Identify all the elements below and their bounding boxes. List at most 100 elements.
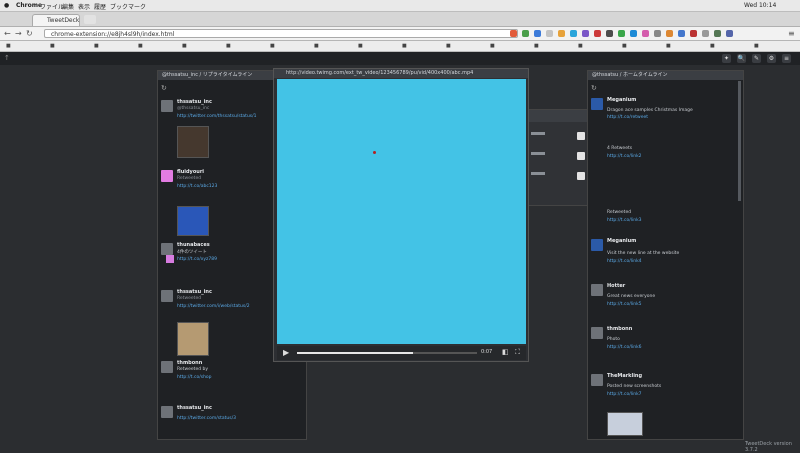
media-thumbnail[interactable] — [607, 412, 643, 436]
avatar[interactable] — [591, 239, 603, 251]
extension-icon[interactable] — [510, 30, 517, 37]
refresh-icon[interactable]: ↻ — [161, 84, 167, 92]
volume-icon[interactable]: ◧ — [502, 348, 509, 356]
extension-icon[interactable] — [702, 30, 709, 37]
avatar[interactable] — [161, 170, 173, 182]
bookmark-item[interactable]: ■ — [226, 42, 231, 50]
menu-file[interactable]: ファイル — [40, 2, 64, 11]
tweet-link[interactable]: http://t.co/link3 — [607, 218, 642, 223]
apple-menu-icon[interactable]: ● — [4, 2, 9, 9]
tweet-link[interactable]: http://t.co/link2 — [607, 154, 642, 159]
tweet-link[interactable]: http://twitter.com/thssatsu/status/1 — [177, 114, 257, 119]
menu-icon[interactable]: ≡ — [782, 54, 791, 63]
bookmark-item[interactable]: ■ — [754, 42, 759, 50]
tweet-author[interactable]: thmbonn — [177, 360, 202, 366]
menu-edit[interactable]: 編集 — [62, 2, 74, 11]
edit-icon[interactable]: ✎ — [752, 54, 761, 63]
extension-icon[interactable] — [690, 30, 697, 37]
tweet[interactable]: thmbonn Photo http://t.co/link6 — [588, 325, 743, 369]
tweet-link[interactable]: http://t.co/link6 — [607, 345, 642, 350]
avatar[interactable] — [166, 255, 174, 263]
extension-icon[interactable] — [666, 30, 673, 37]
url-field[interactable]: chrome-extension://e8jh4sl9h/index.html — [44, 29, 518, 38]
menu-history[interactable]: 履歴 — [94, 2, 106, 11]
bookmark-item[interactable]: ■ — [578, 42, 583, 50]
avatar[interactable] — [591, 374, 603, 386]
bookmark-item[interactable]: ■ — [446, 42, 451, 50]
tweet-link[interactable]: http://twitter.com/i/web/status/2 — [177, 304, 250, 309]
extension-icon[interactable] — [678, 30, 685, 37]
menu-icon[interactable]: ≡ — [788, 29, 795, 38]
tweet-author[interactable]: fluidyouri — [177, 169, 204, 175]
collapse-icon[interactable]: ↑ — [4, 54, 10, 62]
tweet-author[interactable]: thssatsu_inc — [177, 99, 212, 105]
tweet-link[interactable]: http://t.co/xyz789 — [177, 257, 217, 262]
tweet[interactable]: Retweeted http://t.co/link3 — [588, 208, 743, 238]
tweet-author[interactable]: thssatsu_inc — [177, 289, 212, 295]
bookmark-item[interactable]: ■ — [6, 42, 11, 50]
play-icon[interactable]: ▶ — [283, 348, 289, 357]
bookmark-item[interactable]: ■ — [182, 42, 187, 50]
extension-icon[interactable] — [606, 30, 613, 37]
gallery-icon[interactable] — [577, 152, 585, 160]
gear-icon[interactable]: ⚙ — [767, 54, 776, 63]
avatar[interactable] — [591, 98, 603, 110]
tweet-author[interactable]: thssatsu_inc — [177, 405, 212, 411]
extension-icon[interactable] — [582, 30, 589, 37]
tweet[interactable]: Hotter Great news everyone http://t.co/l… — [588, 282, 743, 324]
tweet-author[interactable]: TheMarkling — [607, 373, 642, 379]
bookmark-item[interactable]: ■ — [710, 42, 715, 50]
bookmark-item[interactable]: ■ — [490, 42, 495, 50]
media-thumbnail[interactable] — [177, 126, 209, 158]
avatar[interactable] — [591, 284, 603, 296]
extension-icon[interactable] — [594, 30, 601, 37]
bookmark-item[interactable]: ■ — [666, 42, 671, 50]
tweet-author[interactable]: Meganium — [607, 238, 636, 244]
bookmark-item[interactable]: ■ — [358, 42, 363, 50]
avatar[interactable] — [161, 406, 173, 418]
forward-icon[interactable]: → — [15, 29, 22, 38]
avatar[interactable] — [591, 327, 603, 339]
refresh-icon[interactable]: ↻ — [591, 84, 597, 92]
bookmark-item[interactable]: ■ — [94, 42, 99, 50]
extension-icon[interactable] — [654, 30, 661, 37]
tweet[interactable]: Meganium Dragon ace samples Christmas Im… — [588, 96, 743, 142]
tweet-link[interactable]: http://t.co/abc123 — [177, 184, 217, 189]
bookmark-item[interactable]: ■ — [534, 42, 539, 50]
extension-icon[interactable] — [570, 30, 577, 37]
extension-icon[interactable] — [642, 30, 649, 37]
tweet-link[interactable]: http://t.co/link7 — [607, 392, 642, 397]
media-thumbnail[interactable] — [177, 322, 209, 356]
tweet[interactable]: Meganium Visit the new line at the websi… — [588, 237, 743, 281]
tweet-link[interactable]: http://t.co/retweet — [607, 115, 648, 120]
tweet-link[interactable]: http://t.co/shop — [177, 375, 212, 380]
media-thumbnail[interactable] — [177, 206, 209, 236]
avatar[interactable] — [161, 100, 173, 112]
gallery-icon[interactable] — [577, 132, 585, 140]
tab-tweetdeck[interactable]: TweetDeck — [32, 14, 80, 26]
avatar[interactable] — [161, 243, 173, 255]
extension-icon[interactable] — [546, 30, 553, 37]
tweet-author[interactable]: thunabaces — [177, 242, 210, 248]
tweet-author[interactable]: Hotter — [607, 283, 625, 289]
back-icon[interactable]: ← — [4, 29, 11, 38]
bookmark-item[interactable]: ■ — [622, 42, 627, 50]
extension-icon[interactable] — [618, 30, 625, 37]
extension-icon[interactable] — [630, 30, 637, 37]
fullscreen-icon[interactable]: ⛶ — [515, 348, 520, 357]
avatar[interactable] — [161, 361, 173, 373]
menu-app[interactable]: Chrome — [16, 2, 42, 9]
bookmark-item[interactable]: ■ — [402, 42, 407, 50]
tweet[interactable]: 4 Retweets http://t.co/link2 — [588, 144, 743, 184]
tweet-link[interactable]: http://t.co/link5 — [607, 302, 642, 307]
avatar[interactable] — [161, 290, 173, 302]
gallery-icon[interactable] — [577, 172, 585, 180]
menu-bookmarks[interactable]: ブックマーク — [110, 2, 146, 11]
tweet-link[interactable]: http://t.co/link4 — [607, 259, 642, 264]
extension-icon[interactable] — [558, 30, 565, 37]
search-icon[interactable]: 🔍 — [737, 54, 746, 63]
reload-icon[interactable]: ↻ — [26, 29, 33, 38]
bookmark-item[interactable]: ■ — [138, 42, 143, 50]
bookmark-item[interactable]: ■ — [314, 42, 319, 50]
menu-view[interactable]: 表示 — [78, 2, 90, 11]
